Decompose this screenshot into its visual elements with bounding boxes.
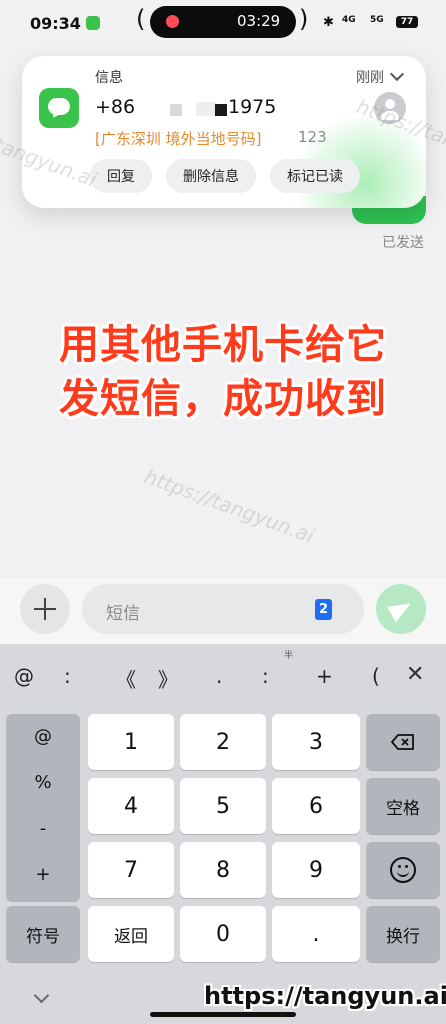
key-4[interactable]: 4 — [88, 778, 174, 834]
add-attachment-button[interactable] — [20, 584, 70, 634]
symbol-candidate-row: @ : 《 》 . : 半 + ( ✕ — [0, 644, 446, 708]
bluetooth-icon: ✱ — [323, 15, 334, 30]
message-input-placeholder: 短信 — [106, 604, 140, 624]
symbol-key[interactable]: : — [262, 664, 269, 688]
island-right-bracket: ) — [299, 5, 309, 33]
clock: 09:34 — [30, 14, 81, 33]
space-key[interactable]: 空格 — [366, 778, 440, 834]
key-9[interactable]: 9 — [272, 842, 360, 898]
backspace-key[interactable] — [366, 714, 440, 770]
key-3[interactable]: 3 — [272, 714, 360, 770]
send-icon — [386, 595, 416, 623]
mark-read-button[interactable]: 标记已读 — [270, 159, 360, 193]
symbol-key[interactable]: 》 — [158, 664, 178, 693]
symbol-key[interactable]: 《 — [116, 664, 136, 693]
side-symbol-key[interactable]: % — [6, 772, 80, 793]
backspace-icon — [391, 734, 414, 750]
watermark: https://tangyun.ai — [141, 464, 318, 548]
side-symbol-key[interactable]: + — [6, 864, 80, 885]
home-indicator[interactable] — [150, 1012, 296, 1017]
delete-message-button[interactable]: 删除信息 — [166, 159, 256, 193]
messages-app-icon — [39, 88, 79, 128]
battery-icon: 77 — [396, 16, 418, 28]
signal-4g-icon: 4G — [342, 15, 356, 25]
key-2[interactable]: 2 — [180, 714, 266, 770]
symbol-key[interactable]: . — [216, 664, 222, 688]
sender-number-suffix: 1975 — [228, 96, 277, 118]
status-bar: 09:34 ( 03:29 ) ✱ 4G 5G 77 — [0, 0, 446, 46]
back-key[interactable]: 返回 — [88, 906, 174, 962]
key-8[interactable]: 8 — [180, 842, 266, 898]
key-5[interactable]: 5 — [180, 778, 266, 834]
caption-line-2: 发短信，成功收到 — [59, 376, 387, 422]
emoji-key[interactable] — [366, 842, 440, 898]
symbol-key[interactable]: : — [64, 664, 71, 688]
recording-icon — [166, 15, 179, 28]
symbol-key[interactable]: ( — [372, 664, 380, 688]
site-watermark: https://tangyun.ai — [204, 982, 446, 1010]
chevron-down-icon[interactable] — [389, 66, 405, 82]
recording-timer: 03:29 — [237, 12, 281, 30]
reply-button[interactable]: 回复 — [90, 159, 152, 193]
key-6[interactable]: 6 — [272, 778, 360, 834]
masked-digits — [215, 104, 227, 116]
symbol-key[interactable]: @ — [14, 664, 34, 688]
message-input[interactable]: 短信 2 — [82, 584, 364, 634]
smiley-icon — [390, 857, 416, 883]
sim-2-icon[interactable]: 2 — [315, 599, 332, 620]
enter-key[interactable]: 换行 — [366, 906, 440, 962]
dot-key[interactable]: . — [272, 906, 360, 962]
signal-5g-icon: 5G — [370, 15, 384, 25]
key-7[interactable]: 7 — [88, 842, 174, 898]
caption-line-1: 用其他手机卡给它 — [59, 322, 387, 368]
masked-digits — [170, 104, 182, 116]
messages-notification-icon — [86, 16, 100, 30]
send-button[interactable] — [376, 584, 426, 634]
sent-status: 已发送 — [382, 235, 424, 251]
compose-bar: 短信 2 — [0, 578, 446, 644]
hide-keyboard-icon[interactable] — [33, 987, 50, 1004]
half-width-marker: 半 — [284, 651, 294, 661]
side-symbol-key[interactable]: @ — [6, 726, 80, 747]
notification-actions: 回复 删除信息 标记已读 — [90, 159, 360, 193]
keyboard: @ : 《 》 . : 半 + ( ✕ @ % - + 1 2 3 4 5 6 … — [0, 644, 446, 1024]
key-0[interactable]: 0 — [180, 906, 266, 962]
number-location-tag: [广东深圳 境外当地号码] — [95, 130, 262, 148]
symbols-key[interactable]: 符号 — [6, 906, 80, 962]
symbol-key[interactable]: + — [316, 664, 333, 688]
key-1[interactable]: 1 — [88, 714, 174, 770]
notification-time: 刚刚 — [356, 70, 384, 86]
sender-number-prefix: +86 — [95, 96, 136, 118]
masked-digits — [196, 102, 216, 116]
side-symbol-key[interactable]: - — [6, 818, 80, 839]
symbol-side-column[interactable]: @ % - + — [6, 714, 80, 902]
island-left-bracket: ( — [136, 5, 146, 33]
close-icon[interactable]: ✕ — [406, 662, 424, 687]
message-preview: 123 — [298, 128, 327, 146]
notification-app-name: 信息 — [95, 70, 123, 86]
